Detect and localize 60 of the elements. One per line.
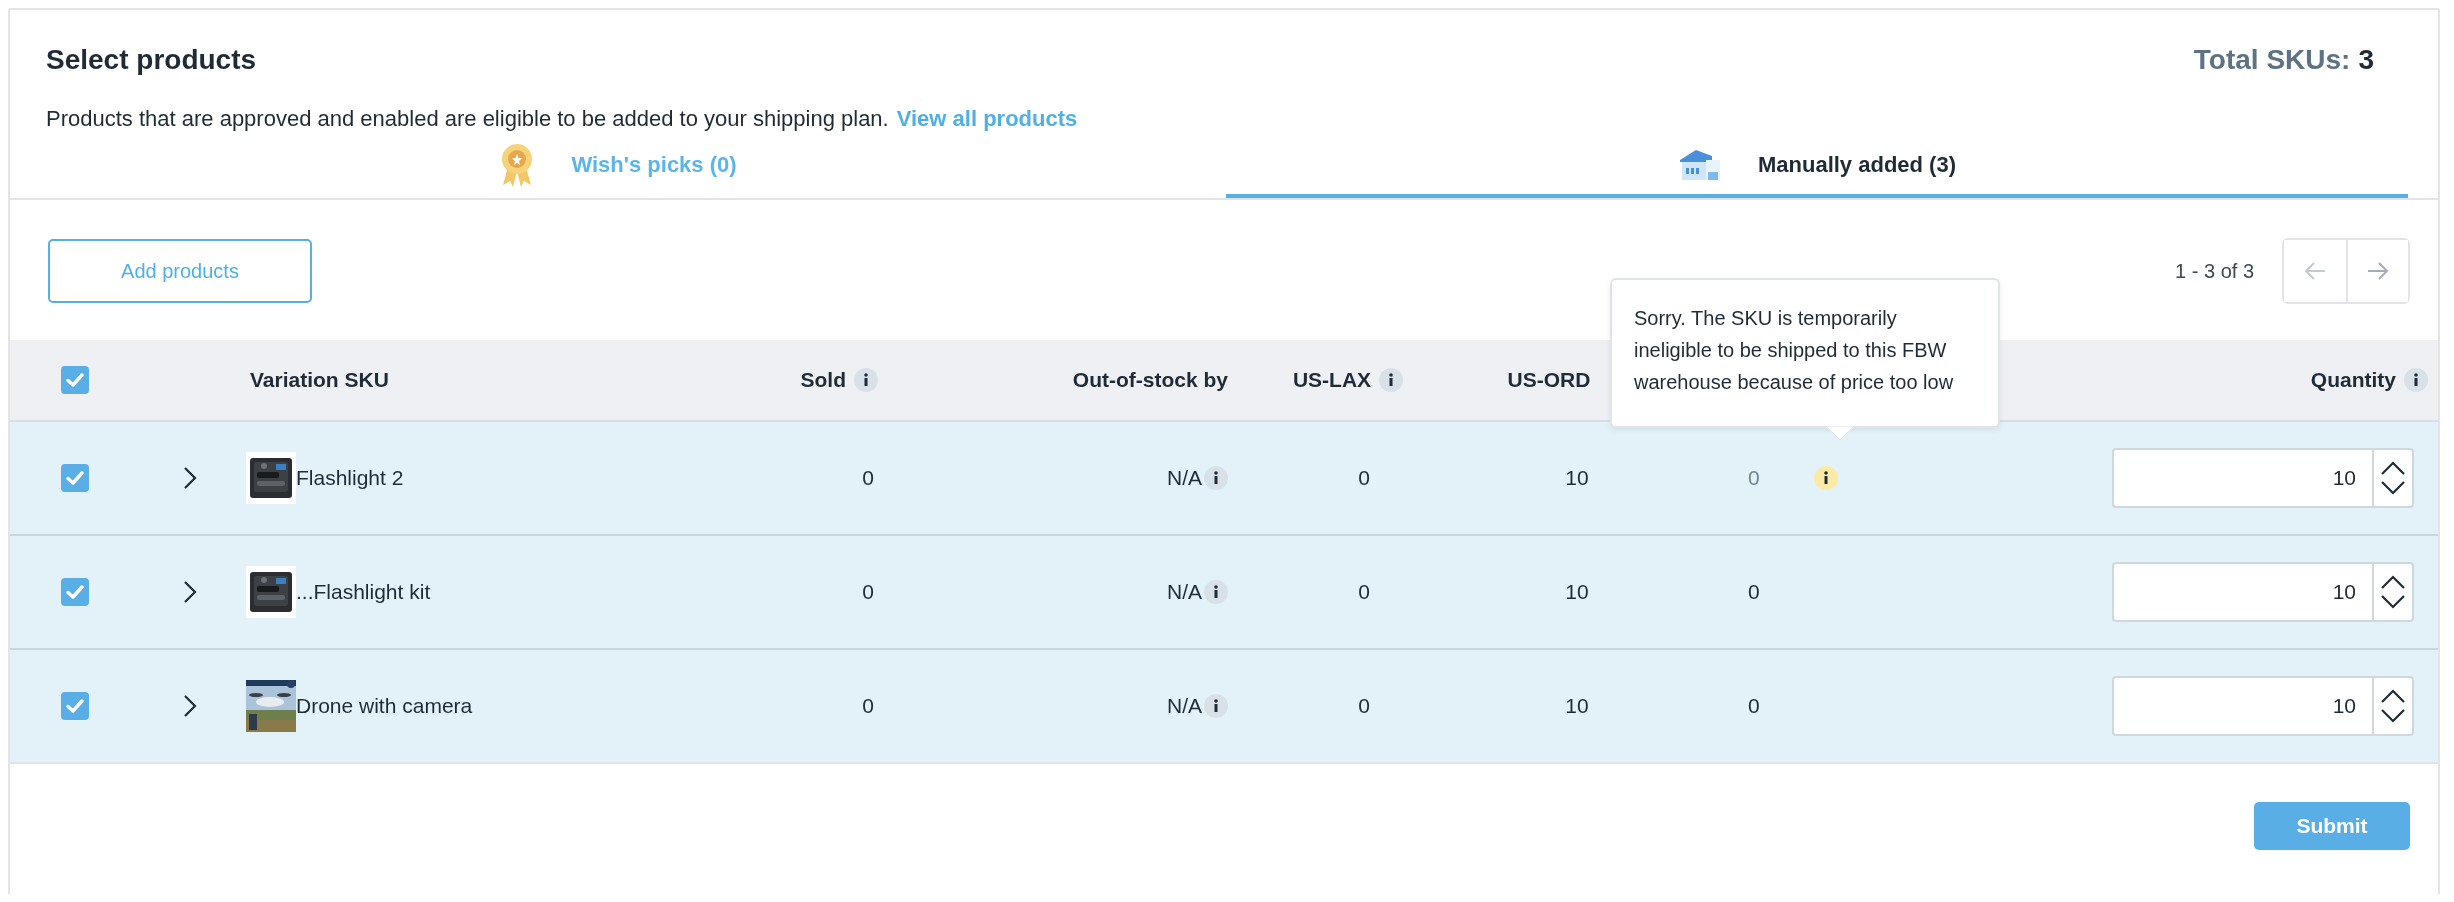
table-cell: 0 (1358, 580, 1370, 604)
sku-name: Flashlight 2 (296, 466, 404, 490)
pagination-text: 1 - 3 of 3 (2175, 259, 2254, 283)
tooltip-arrow-icon (1826, 426, 1854, 441)
table-cell: 0 (862, 694, 874, 718)
right-arrow-icon (2367, 261, 2389, 281)
down-chevron-icon (2380, 480, 2406, 496)
up-chevron-icon (2380, 688, 2406, 704)
tooltip: Sorry. The SKU is temporarily ineligible to be shipped to this FBW warehouse because of price too low (1610, 278, 2000, 428)
column-header: Variation SKU (250, 368, 389, 392)
quantity-field[interactable]: 10 (2112, 676, 2372, 736)
column-header: US-LAX (1292, 368, 1372, 392)
column-header: Quantity (2310, 368, 2396, 392)
table-cell: 0 (1358, 466, 1370, 490)
info-icon[interactable] (1379, 368, 1404, 392)
stepper-button[interactable] (2372, 448, 2414, 508)
table-cell: 0 (862, 466, 874, 490)
quantity-field[interactable]: 10 (2112, 448, 2372, 508)
total-skus: Total SKUs: 3 (2193, 44, 2374, 76)
down-chevron-icon (2380, 594, 2406, 610)
table-cell: N/A (1167, 694, 1202, 718)
checkbox[interactable] (61, 366, 89, 394)
info-icon[interactable] (1204, 466, 1228, 490)
checkbox[interactable] (61, 692, 89, 720)
table-cell: 0 (1748, 466, 1760, 490)
info-icon[interactable] (854, 368, 878, 392)
checkbox[interactable] (61, 464, 89, 492)
info-icon[interactable] (2404, 368, 2428, 392)
chevron-icon[interactable] (182, 693, 198, 719)
column-header: Out-of-stock by (1072, 368, 1228, 392)
chevron-icon[interactable] (182, 579, 198, 605)
section-title: Select products (46, 44, 257, 76)
stepper-button[interactable] (2372, 676, 2414, 736)
checkbox[interactable] (61, 578, 89, 606)
table-cell: N/A (1167, 466, 1202, 490)
table-cell: 0 (862, 580, 874, 604)
info-icon[interactable] (1204, 580, 1228, 604)
table-cell: 10 (1565, 466, 1589, 490)
sku-name: ...Flashlight kit (296, 580, 431, 604)
left-arrow-icon (2304, 261, 2326, 281)
description-text: Products that are approved and enabled are eligible to be added to your shipping plan. View all products (45, 105, 1079, 132)
table-cell: 0 (1748, 580, 1760, 604)
up-chevron-icon (2380, 460, 2406, 476)
warehouse-icon (1677, 148, 1722, 182)
chevron-icon[interactable] (182, 465, 198, 491)
warning-info-icon[interactable] (1813, 466, 1838, 490)
stepper-button[interactable] (2372, 562, 2414, 622)
table-cell: 10 (1565, 694, 1589, 718)
sku-name: Drone with camera (296, 694, 473, 718)
table-cell: 0 (1358, 694, 1370, 718)
quantity-field[interactable]: 10 (2112, 562, 2372, 622)
column-header: US-ORD (1507, 368, 1591, 392)
table-cell: 10 (1565, 580, 1589, 604)
tab[interactable]: Manually added (3) (1226, 136, 2408, 198)
up-chevron-icon (2380, 574, 2406, 590)
column-header: Sold (800, 368, 846, 392)
info-icon[interactable] (1204, 694, 1228, 718)
table-cell: N/A (1167, 580, 1202, 604)
table-cell: 0 (1748, 694, 1760, 718)
down-chevron-icon (2380, 708, 2406, 724)
